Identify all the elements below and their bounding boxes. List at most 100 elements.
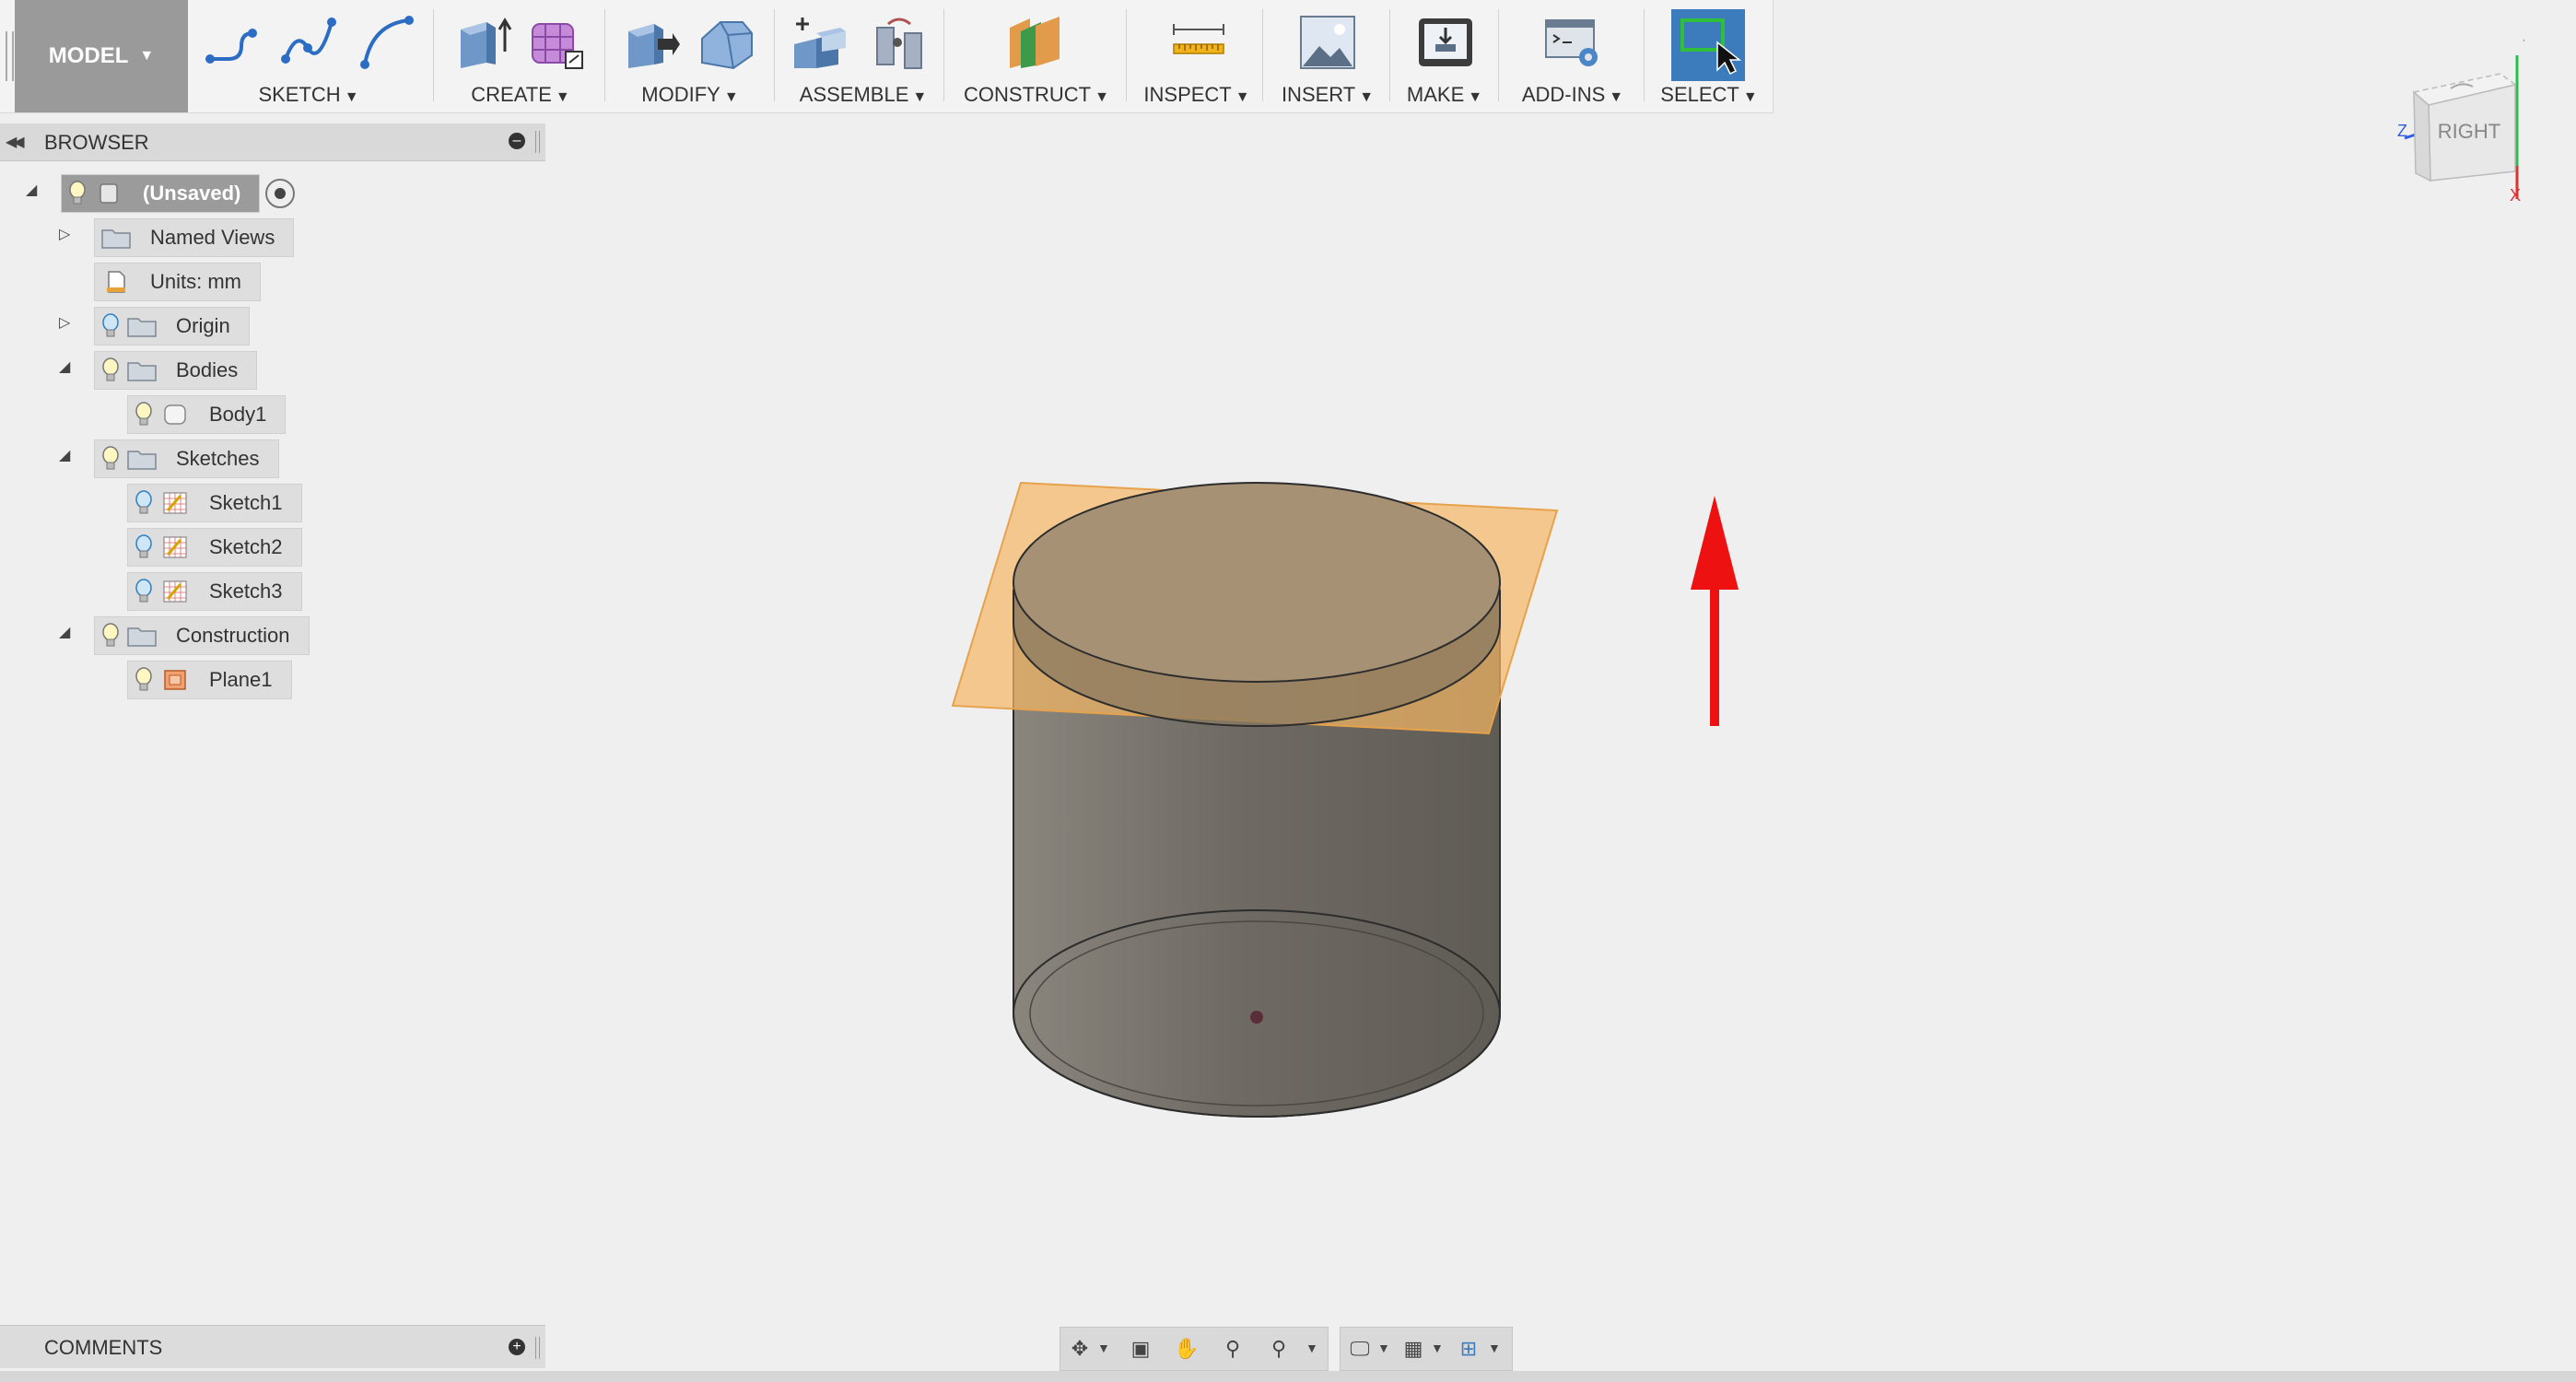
canvas-viewport[interactable] [0, 0, 2576, 1382]
fillet-icon[interactable] [697, 11, 757, 72]
assemble-group[interactable]: ASSEMBLE ▼ [781, 0, 945, 112]
cylinder-top-face[interactable] [1013, 482, 1501, 683]
grid-settings-icon[interactable]: ▦ [1398, 1333, 1429, 1364]
sketch-group[interactable]: SKETCH ▼ [193, 0, 424, 112]
press-pull-icon[interactable] [621, 11, 682, 72]
lightbulb-icon[interactable] [128, 573, 159, 610]
divider [604, 9, 605, 101]
scripts-addins-icon[interactable] [1540, 11, 1605, 72]
browser-item-bodies[interactable]: Bodies [94, 351, 258, 390]
display-settings-icon[interactable]: 🖵 [1344, 1333, 1376, 1364]
browser-item-sketches[interactable]: Sketches [94, 439, 279, 478]
make-group[interactable]: MAKE ▼ [1395, 0, 1494, 112]
expand-triangle-icon[interactable]: ◢ [59, 623, 70, 641]
select-group[interactable]: SELECT ▼ [1649, 0, 1769, 112]
construction-plane[interactable] [951, 481, 1559, 735]
center-point[interactable] [1250, 1011, 1263, 1024]
orbit-icon[interactable]: ✥ [1064, 1333, 1095, 1364]
line-icon[interactable] [201, 11, 262, 72]
item-label: Construction [176, 624, 290, 647]
extrude-icon[interactable] [453, 11, 514, 72]
panel-grip[interactable] [535, 131, 540, 153]
add-comment-icon[interactable]: + [509, 1339, 525, 1355]
look-at-icon[interactable]: ▣ [1125, 1333, 1156, 1364]
lightbulb-icon[interactable] [95, 617, 126, 654]
chevron-down-icon[interactable]: ▼ [1097, 1341, 1110, 1355]
direction-arrow[interactable] [1691, 496, 1739, 726]
chevron-down-icon[interactable]: ▼ [1431, 1341, 1444, 1355]
browser-item-sketch2[interactable]: Sketch2 [127, 528, 302, 567]
create-menu[interactable]: CREATE ▼ [442, 83, 599, 107]
pan-icon[interactable]: ✋ [1171, 1333, 1202, 1364]
browser-header[interactable]: ◀◀ BROWSER – [0, 123, 545, 161]
spline-icon[interactable] [278, 11, 339, 72]
item-label: Sketch3 [209, 580, 283, 603]
inspect-menu[interactable]: INSPECT ▼ [1131, 83, 1262, 107]
lightbulb-icon[interactable] [128, 485, 159, 521]
browser-item-units[interactable]: Units: mm [94, 263, 261, 301]
insert-menu[interactable]: INSERT ▼ [1268, 83, 1388, 107]
new-component-icon[interactable] [789, 11, 853, 72]
browser-item-sketch1[interactable]: Sketch1 [127, 484, 302, 522]
create-group[interactable]: CREATE ▼ [442, 0, 599, 112]
3d-print-icon[interactable] [1413, 11, 1478, 72]
joint-icon[interactable] [870, 11, 934, 72]
toolbar-grip[interactable] [6, 31, 14, 81]
offset-plane-icon[interactable] [1004, 11, 1069, 72]
panel-grip[interactable] [535, 1337, 540, 1359]
chevron-down-icon[interactable]: ▼ [1488, 1341, 1501, 1355]
browser-item-body1[interactable]: Body1 [127, 395, 287, 434]
expand-triangle-icon[interactable]: ◢ [59, 357, 70, 376]
inspect-group[interactable]: INSPECT ▼ [1131, 0, 1262, 112]
browser-item-plane1[interactable]: Plane1 [127, 661, 292, 699]
insert-image-icon[interactable] [1295, 11, 1360, 72]
chevron-down-icon[interactable]: ▼ [1306, 1341, 1318, 1355]
collapsed-triangle-icon[interactable]: ▷ [59, 225, 70, 243]
expand-triangle-icon[interactable]: ◢ [59, 446, 70, 464]
chevron-down-icon: ▼ [1235, 89, 1250, 105]
lightbulb-icon[interactable] [62, 175, 93, 212]
make-menu[interactable]: MAKE ▼ [1395, 83, 1494, 107]
workspace-switcher-button[interactable]: MODEL ▼ [15, 0, 188, 112]
addins-menu[interactable]: ADD-INS ▼ [1504, 83, 1642, 107]
construct-menu[interactable]: CONSTRUCT ▼ [949, 83, 1124, 107]
collapse-panel-icon[interactable]: ◀◀ [6, 133, 25, 151]
browser-item-origin[interactable]: Origin [94, 307, 250, 346]
lightbulb-icon[interactable] [128, 529, 159, 566]
measure-icon[interactable] [1166, 11, 1231, 72]
expand-triangle-icon[interactable]: ◢ [26, 181, 37, 199]
lightbulb-icon[interactable] [95, 308, 126, 345]
modify-group[interactable]: MODIFY ▼ [612, 0, 768, 112]
item-label: Named Views [150, 226, 275, 249]
collapsed-triangle-icon[interactable]: ▷ [59, 313, 70, 332]
activate-radio-icon[interactable] [265, 179, 296, 208]
insert-group[interactable]: INSERT ▼ [1268, 0, 1388, 112]
cylinder-body[interactable] [1013, 589, 1501, 1118]
minimize-icon[interactable]: – [509, 133, 525, 149]
lightbulb-icon[interactable] [128, 662, 159, 698]
construct-group[interactable]: CONSTRUCT ▼ [949, 0, 1124, 112]
model-canvas[interactable] [0, 0, 2576, 1382]
chevron-down-icon[interactable]: ▼ [1377, 1341, 1390, 1355]
browser-item-sketch3[interactable]: Sketch3 [127, 572, 302, 611]
form-icon[interactable] [525, 11, 586, 72]
browser-item-construction[interactable]: Construction [94, 616, 310, 655]
lightbulb-icon[interactable] [128, 396, 159, 433]
comments-panel[interactable]: COMMENTS + [0, 1325, 545, 1368]
select-icon[interactable] [1671, 9, 1745, 81]
viewports-icon[interactable]: ⊞ [1453, 1333, 1484, 1364]
addins-group[interactable]: ADD-INS ▼ [1504, 0, 1642, 112]
select-menu[interactable]: SELECT ▼ [1649, 83, 1769, 107]
zoom-icon[interactable]: ⚲ [1217, 1333, 1248, 1364]
lightbulb-icon[interactable] [95, 352, 126, 389]
cube-front-face[interactable] [2413, 90, 2431, 182]
lightbulb-icon[interactable] [95, 440, 126, 477]
fit-icon[interactable]: ⚲ [1263, 1333, 1294, 1364]
browser-root[interactable]: (Unsaved) [61, 174, 296, 213]
view-cube[interactable]: RIGHT Y X Z [2395, 18, 2534, 205]
assemble-menu[interactable]: ASSEMBLE ▼ [781, 83, 945, 107]
sketch-menu[interactable]: SKETCH ▼ [193, 83, 424, 107]
arc-icon[interactable] [356, 11, 416, 72]
modify-menu[interactable]: MODIFY ▼ [612, 83, 768, 107]
browser-item-named-views[interactable]: Named Views [94, 218, 295, 257]
